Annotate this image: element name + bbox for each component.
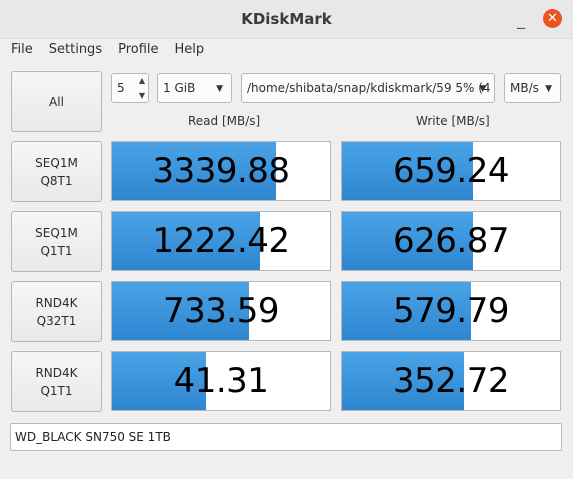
read-result: 733.59: [111, 281, 331, 341]
write-result: 352.72: [341, 351, 561, 411]
test-params: Q1T1: [40, 243, 73, 258]
write-value: 352.72: [393, 361, 509, 401]
device-name: WD_BLACK SN750 SE 1TB: [15, 430, 171, 444]
write-result: 659.24: [341, 141, 561, 201]
read-result: 41.31: [111, 351, 331, 411]
test-name: RND4K: [35, 365, 78, 380]
close-button[interactable]: ✕: [543, 9, 562, 28]
menu-bar: File Settings Profile Help: [0, 38, 573, 61]
menu-help[interactable]: Help: [164, 42, 210, 57]
write-value: 579.79: [393, 291, 509, 331]
test-params: Q8T1: [40, 173, 73, 188]
loops-value: 5: [117, 81, 125, 95]
path-select[interactable]: /home/shibata/snap/kdiskmark/59 5% (4 ▼: [241, 73, 495, 103]
size-value: 1 GiB: [163, 81, 196, 95]
read-value: 733.59: [163, 291, 279, 331]
title-bar: KDiskMark _ ✕: [0, 0, 573, 39]
spin-down-icon[interactable]: ▼: [139, 91, 145, 100]
device-name-field[interactable]: WD_BLACK SN750 SE 1TB: [10, 423, 562, 451]
all-button[interactable]: All: [11, 71, 102, 132]
read-header: Read [MB/s]: [188, 114, 261, 128]
minimize-button[interactable]: _: [512, 10, 530, 29]
test-button[interactable]: RND4K Q1T1: [11, 351, 102, 412]
chevron-down-icon: ▼: [216, 84, 223, 94]
test-params: Q32T1: [36, 313, 77, 328]
test-button[interactable]: SEQ1M Q8T1: [11, 141, 102, 202]
spin-up-icon[interactable]: ▲: [139, 76, 145, 85]
write-result: 579.79: [341, 281, 561, 341]
menu-profile[interactable]: Profile: [107, 42, 163, 57]
test-name: SEQ1M: [35, 155, 78, 170]
test-button[interactable]: RND4K Q32T1: [11, 281, 102, 342]
test-name: SEQ1M: [35, 225, 78, 240]
path-value: /home/shibata/snap/kdiskmark/59 5% (4: [247, 81, 491, 95]
read-value: 3339.88: [152, 151, 290, 191]
menu-file[interactable]: File: [0, 42, 38, 57]
test-params: Q1T1: [40, 383, 73, 398]
unit-value: MB/s: [510, 81, 539, 95]
chevron-down-icon: ▼: [545, 84, 552, 94]
read-result: 1222.42: [111, 211, 331, 271]
read-value: 1222.42: [152, 221, 290, 261]
menu-settings[interactable]: Settings: [38, 42, 107, 57]
read-result: 3339.88: [111, 141, 331, 201]
size-select[interactable]: 1 GiB ▼: [157, 73, 232, 103]
test-button[interactable]: SEQ1M Q1T1: [11, 211, 102, 272]
write-value: 659.24: [393, 151, 509, 191]
unit-select[interactable]: MB/s ▼: [504, 73, 561, 103]
window-title: KDiskMark: [241, 10, 332, 28]
write-result: 626.87: [341, 211, 561, 271]
write-header: Write [MB/s]: [416, 114, 490, 128]
write-value: 626.87: [393, 221, 509, 261]
test-name: RND4K: [35, 295, 78, 310]
all-button-label: All: [49, 94, 64, 109]
read-value: 41.31: [173, 361, 269, 401]
chevron-down-icon: ▼: [479, 84, 486, 94]
loops-spinbox[interactable]: 5 ▲ ▼: [111, 73, 149, 103]
